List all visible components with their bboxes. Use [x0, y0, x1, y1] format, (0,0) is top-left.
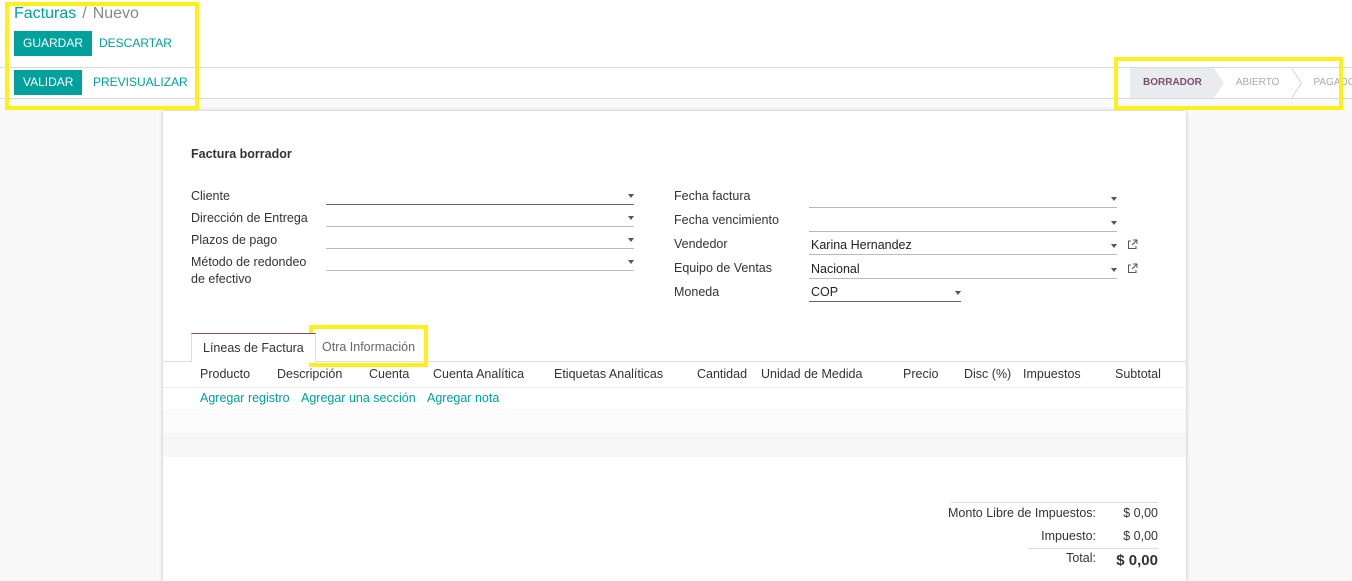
due-date-field[interactable]	[809, 215, 1117, 232]
total-divider	[1027, 548, 1158, 549]
customer-label: Cliente	[191, 189, 230, 203]
salesperson-label: Vendedor	[674, 237, 728, 251]
tab-invoice-lines[interactable]: Líneas de Factura	[191, 333, 316, 363]
highlight-box	[1114, 57, 1343, 110]
column-header-account[interactable]: Cuenta	[369, 367, 409, 381]
column-header-quantity[interactable]: Cantidad	[697, 367, 747, 381]
column-header-discount[interactable]: Disc (%)	[964, 367, 1011, 381]
dropdown-caret-icon	[1111, 197, 1117, 201]
dropdown-caret-icon	[628, 238, 634, 242]
dropdown-caret-icon	[628, 216, 634, 220]
invoice-date-field[interactable]	[809, 191, 1117, 208]
column-header-analytic-tags[interactable]: Etiquetas Analíticas	[554, 367, 663, 381]
dropdown-caret-icon	[1111, 244, 1117, 248]
invoice-date-label: Fecha factura	[674, 189, 751, 203]
untaxed-amount-value: $ 0,00	[1123, 506, 1158, 520]
currency-label: Moneda	[674, 285, 720, 299]
payment-terms-label: Plazos de pago	[191, 233, 278, 247]
sales-team-field[interactable]: Nacional	[809, 262, 1117, 279]
form-title: Factura borrador	[191, 147, 292, 161]
cash-rounding-field[interactable]	[326, 254, 634, 271]
column-header-taxes[interactable]: Impuestos	[1023, 367, 1081, 381]
tax-value: $ 0,00	[1123, 529, 1158, 543]
dropdown-caret-icon	[628, 260, 634, 264]
total-value: $ 0,00	[1116, 552, 1158, 569]
highlight-box	[309, 325, 428, 367]
column-header-description[interactable]: Descripción	[277, 367, 342, 381]
currency-field[interactable]: COP	[809, 285, 961, 302]
table-header-divider	[163, 387, 1186, 388]
highlight-box	[5, 2, 199, 110]
dropdown-caret-icon	[955, 291, 961, 295]
add-note-link[interactable]: Agregar nota	[427, 391, 499, 405]
total-label: Total:	[1066, 551, 1096, 565]
tax-label: Impuesto:	[1041, 529, 1096, 543]
column-header-analytic-account[interactable]: Cuenta Analítica	[433, 367, 524, 381]
column-header-subtotal[interactable]: Subtotal	[1115, 367, 1161, 381]
customer-field[interactable]	[326, 188, 634, 205]
table-row	[163, 433, 1186, 457]
totals-divider	[951, 502, 1158, 503]
cash-rounding-label: Método de redondeo de efectivo	[191, 255, 307, 286]
dropdown-caret-icon	[1111, 221, 1117, 225]
external-link-icon[interactable]	[1127, 239, 1138, 250]
table-row	[163, 409, 1186, 433]
column-header-uom[interactable]: Unidad de Medida	[761, 367, 862, 381]
payment-terms-field[interactable]	[326, 232, 634, 249]
delivery-address-field[interactable]	[326, 210, 634, 227]
dropdown-caret-icon	[628, 194, 634, 198]
sales-team-label: Equipo de Ventas	[674, 261, 772, 275]
due-date-label: Fecha vencimiento	[674, 213, 779, 227]
add-section-link[interactable]: Agregar una sección	[301, 391, 416, 405]
salesperson-field[interactable]: Karina Hernandez	[809, 238, 1117, 255]
add-line-link[interactable]: Agregar registro	[200, 391, 290, 405]
dropdown-caret-icon	[1111, 268, 1117, 272]
external-link-icon[interactable]	[1127, 263, 1138, 274]
untaxed-amount-label: Monto Libre de Impuestos:	[948, 506, 1096, 520]
column-header-product[interactable]: Producto	[200, 367, 250, 381]
delivery-address-label: Dirección de Entrega	[191, 211, 308, 225]
column-header-price[interactable]: Precio	[903, 367, 938, 381]
